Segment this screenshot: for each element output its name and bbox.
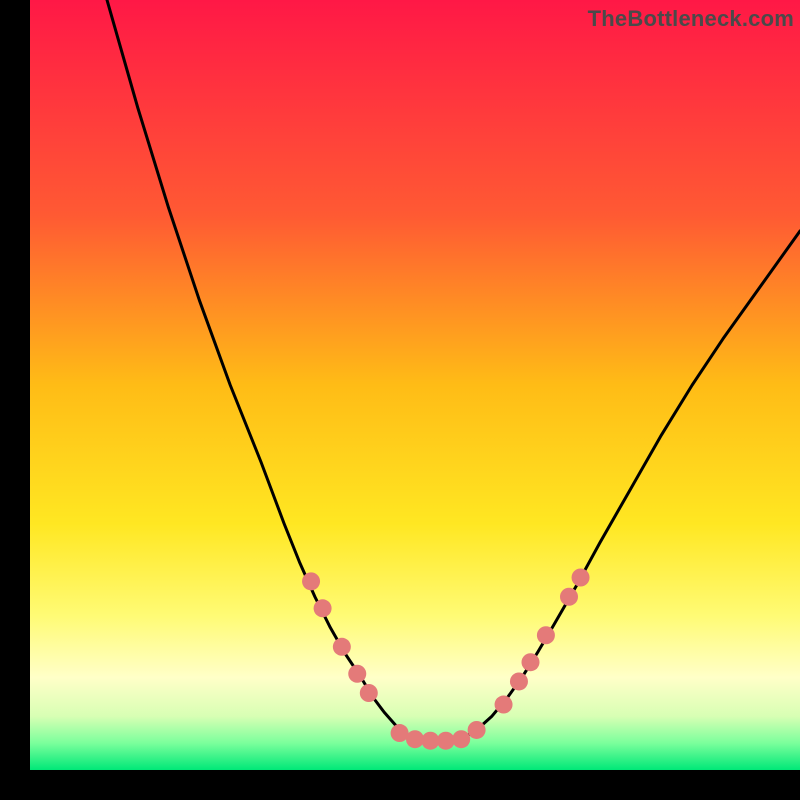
marker-point [333,638,351,656]
marker-point [314,599,332,617]
bottleneck-chart [30,0,800,770]
marker-point [510,672,528,690]
marker-point [537,626,555,644]
marker-point [468,721,486,739]
marker-point [572,569,590,587]
marker-point [437,732,455,750]
marker-point [495,696,513,714]
marker-point [391,724,409,742]
marker-point [360,684,378,702]
plot-frame [30,0,800,770]
marker-point [522,653,540,671]
marker-point [452,730,470,748]
marker-point [560,588,578,606]
marker-point [421,732,439,750]
marker-point [302,572,320,590]
gradient-background [30,0,800,770]
marker-point [348,665,366,683]
watermark-text: TheBottleneck.com [588,6,794,32]
marker-point [406,730,424,748]
